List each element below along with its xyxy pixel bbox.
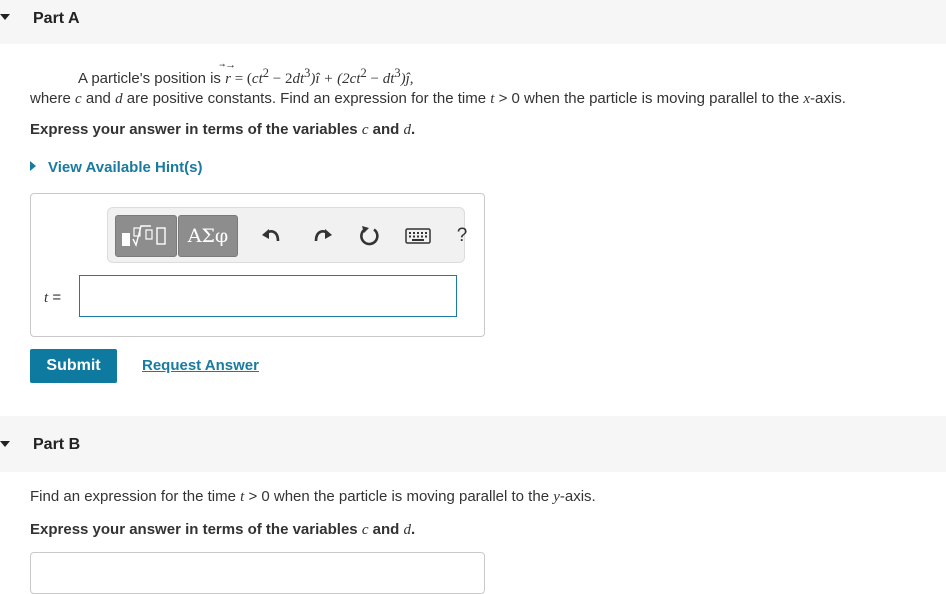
part-b-instruction: Express your answer in terms of the vari… — [30, 521, 415, 539]
part-a-header[interactable]: Part A — [0, 0, 946, 44]
minus: − — [366, 71, 383, 87]
minus-2: − 2 — [269, 71, 293, 87]
redo-icon — [314, 229, 332, 242]
part-b-question: Find an expression for the time t > 0 wh… — [30, 488, 596, 506]
part-b-var-d: d — [403, 522, 412, 538]
expand-triangle-icon — [30, 161, 36, 171]
question-text-line2: where c and d are positive constants. Fi… — [30, 90, 846, 108]
term-ct: ct — [251, 71, 263, 87]
term-dt: dt — [292, 71, 305, 87]
part-b-header[interactable]: Part B — [0, 416, 946, 472]
instruction-var-d: d — [403, 122, 412, 138]
var-c: c — [75, 91, 82, 107]
part-b-var-y: y — [553, 489, 560, 505]
part-b-instruction-end: . — [411, 521, 416, 538]
var-d: d — [115, 91, 123, 107]
and-text: and — [81, 90, 116, 107]
part-b-question-lead: Find an expression for the time — [30, 488, 241, 505]
part-b-instruction-lead: Express your answer in terms of the vari… — [30, 521, 362, 538]
reset-button[interactable] — [356, 222, 384, 250]
undo-button[interactable] — [258, 222, 286, 250]
answer-eq-sign: = — [48, 289, 62, 306]
part-b-instruction-and: and — [368, 521, 404, 538]
help-button[interactable]: ? — [448, 222, 476, 250]
reset-icon — [360, 226, 379, 246]
keyboard-button[interactable] — [404, 222, 432, 250]
keyboard-icon — [405, 228, 431, 244]
math-toolbar: ΑΣφ ? — [107, 207, 467, 263]
term-dt-2: dt — [382, 71, 395, 87]
templates-icon — [122, 225, 166, 247]
instruction-end: . — [411, 121, 416, 138]
i-hat: )î + (2 — [310, 71, 350, 87]
collapse-caret-icon[interactable] — [0, 441, 10, 447]
instruction-and: and — [368, 121, 404, 138]
symbols-label: ΑΣφ — [187, 225, 229, 247]
question-rest-3: -axis. — [810, 90, 846, 107]
undo-icon — [262, 229, 280, 242]
j-hat: )ĵ, — [400, 71, 414, 87]
part-b-question-mid: > 0 when the particle is moving parallel… — [244, 488, 554, 505]
part-b-question-end: -axis. — [559, 488, 596, 505]
request-answer-link[interactable]: Request Answer — [142, 357, 259, 374]
eq-sign: = ( — [230, 71, 252, 87]
instruction-text: Express your answer in terms of the vari… — [30, 121, 415, 139]
part-b-title: Part B — [33, 436, 81, 453]
part-a-title: Part A — [33, 10, 80, 27]
instruction-lead: Express your answer in terms of the vari… — [30, 121, 362, 138]
answer-input[interactable] — [79, 275, 457, 317]
question-text: A particle's position is ⃗→r = (ct2 − 2d… — [78, 59, 414, 88]
part-b-answer-box — [30, 552, 485, 594]
templates-button[interactable] — [115, 215, 177, 257]
redo-button[interactable] — [308, 222, 336, 250]
term-ct-2: ct — [349, 71, 361, 87]
question-intro: A particle's position is — [78, 70, 226, 87]
greek-symbols-button[interactable]: ΑΣφ — [178, 215, 238, 257]
question-rest-1: are positive constants. Find an expressi… — [122, 90, 491, 107]
submit-button[interactable]: Submit — [30, 349, 117, 383]
where-text: where — [30, 90, 76, 107]
position-vector: ⃗→r — [225, 59, 237, 87]
hint-label: View Available Hint(s) — [48, 159, 203, 176]
answer-variable-label: t = — [44, 289, 61, 307]
view-hints-toggle[interactable]: View Available Hint(s) — [30, 159, 203, 176]
help-icon: ? — [456, 225, 468, 246]
question-rest-2: > 0 when the particle is moving parallel… — [494, 90, 804, 107]
answer-box: ΑΣφ ? t = — [30, 193, 485, 337]
collapse-caret-icon[interactable] — [0, 14, 10, 20]
